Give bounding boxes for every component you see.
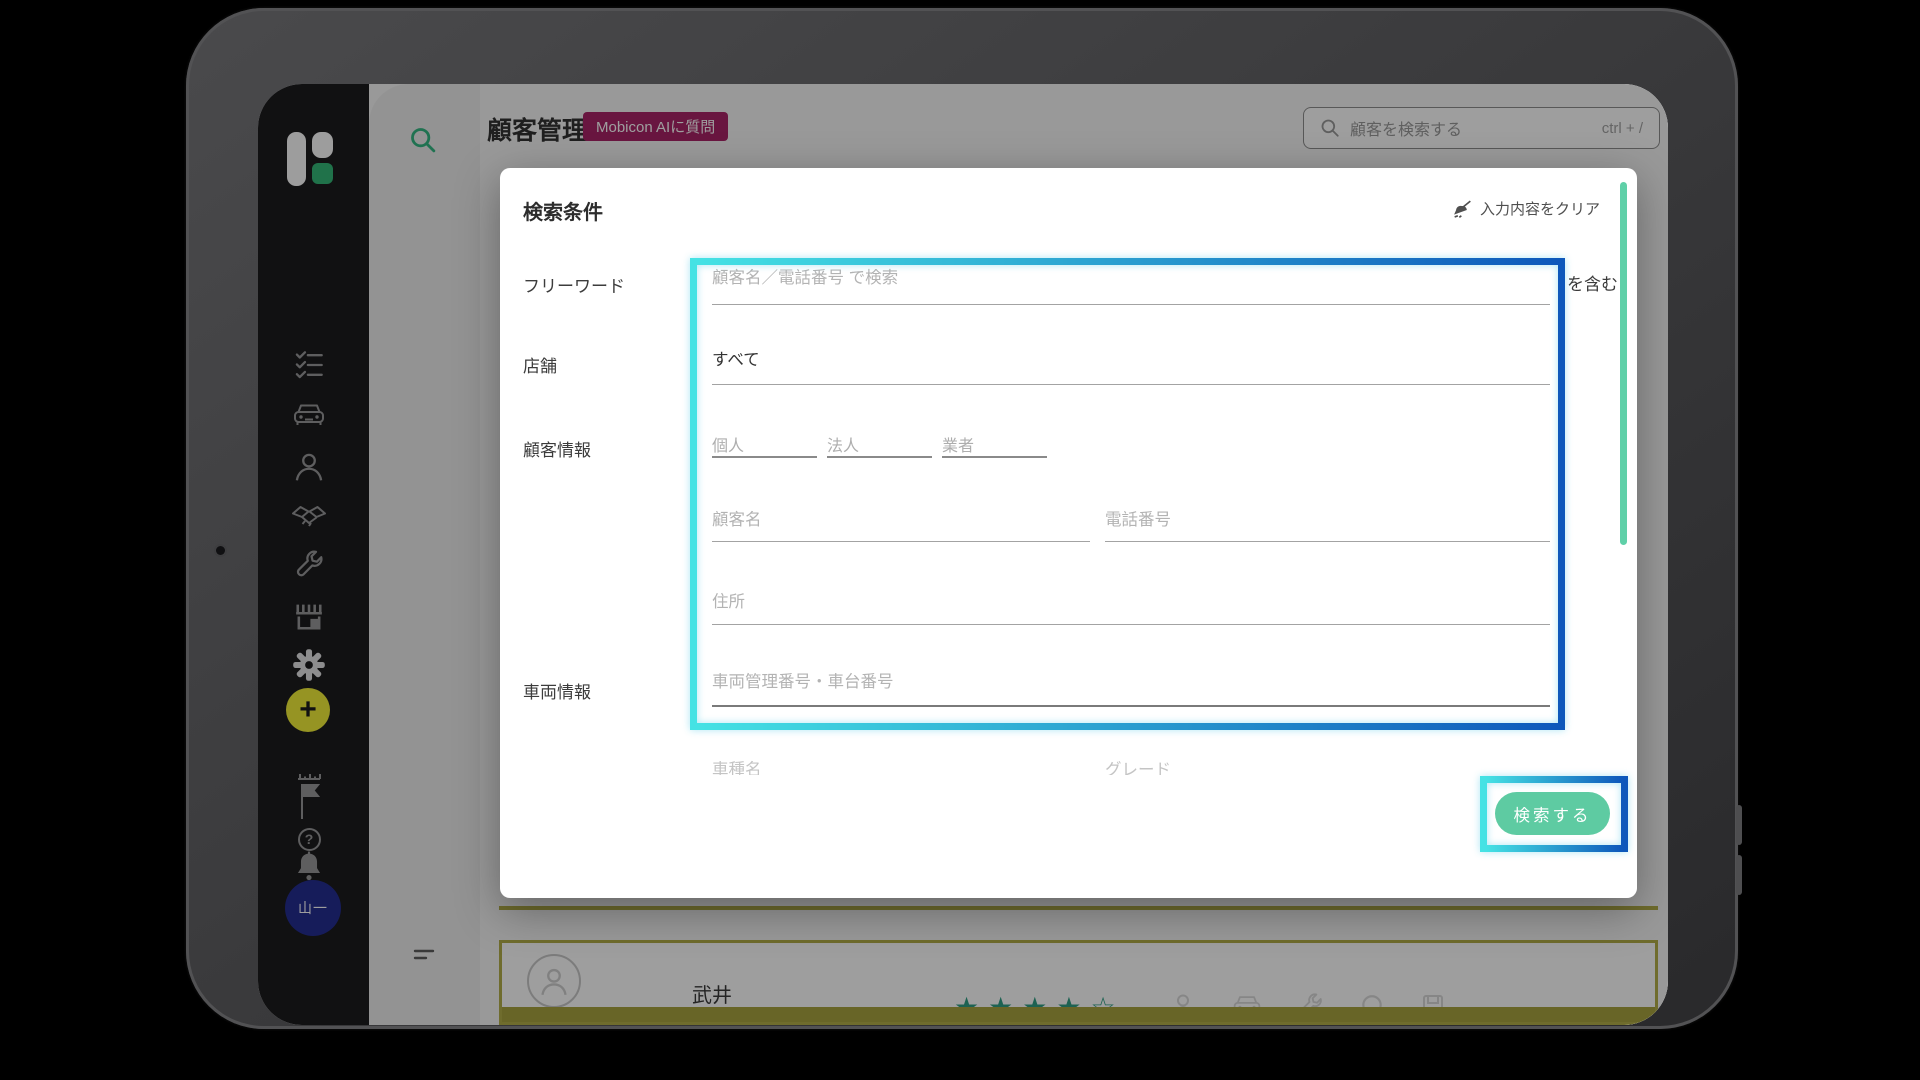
clipped-row: 車種名 グレード xyxy=(712,756,1550,775)
customer-info-label: 顧客情報 xyxy=(523,436,591,461)
vehicle-model-input[interactable]: 車種名 xyxy=(712,756,762,775)
tour-highlight-form xyxy=(690,258,1565,730)
store-label: 店舗 xyxy=(523,352,557,377)
tour-highlight-search-button xyxy=(1480,776,1628,852)
volume-up-button xyxy=(1736,805,1742,845)
vehicle-grade-input[interactable]: グレード xyxy=(1105,756,1171,775)
vehicle-info-label: 車両情報 xyxy=(523,678,591,703)
front-camera xyxy=(216,546,225,555)
modal-scrollbar[interactable] xyxy=(1620,182,1627,545)
freeword-label: フリーワード xyxy=(523,272,625,297)
volume-down-button xyxy=(1736,855,1742,895)
modal-title: 検索条件 xyxy=(523,196,603,225)
clear-inputs-button[interactable]: 入力内容をクリア xyxy=(1452,198,1600,219)
app-screen: + ? 山一 顧客管理 Mobicon AIに質問 顧客を検索する c xyxy=(258,84,1668,1025)
include-option-label: を含む xyxy=(1567,270,1618,295)
clear-inputs-label: 入力内容をクリア xyxy=(1480,198,1600,219)
broom-icon xyxy=(1452,199,1472,219)
